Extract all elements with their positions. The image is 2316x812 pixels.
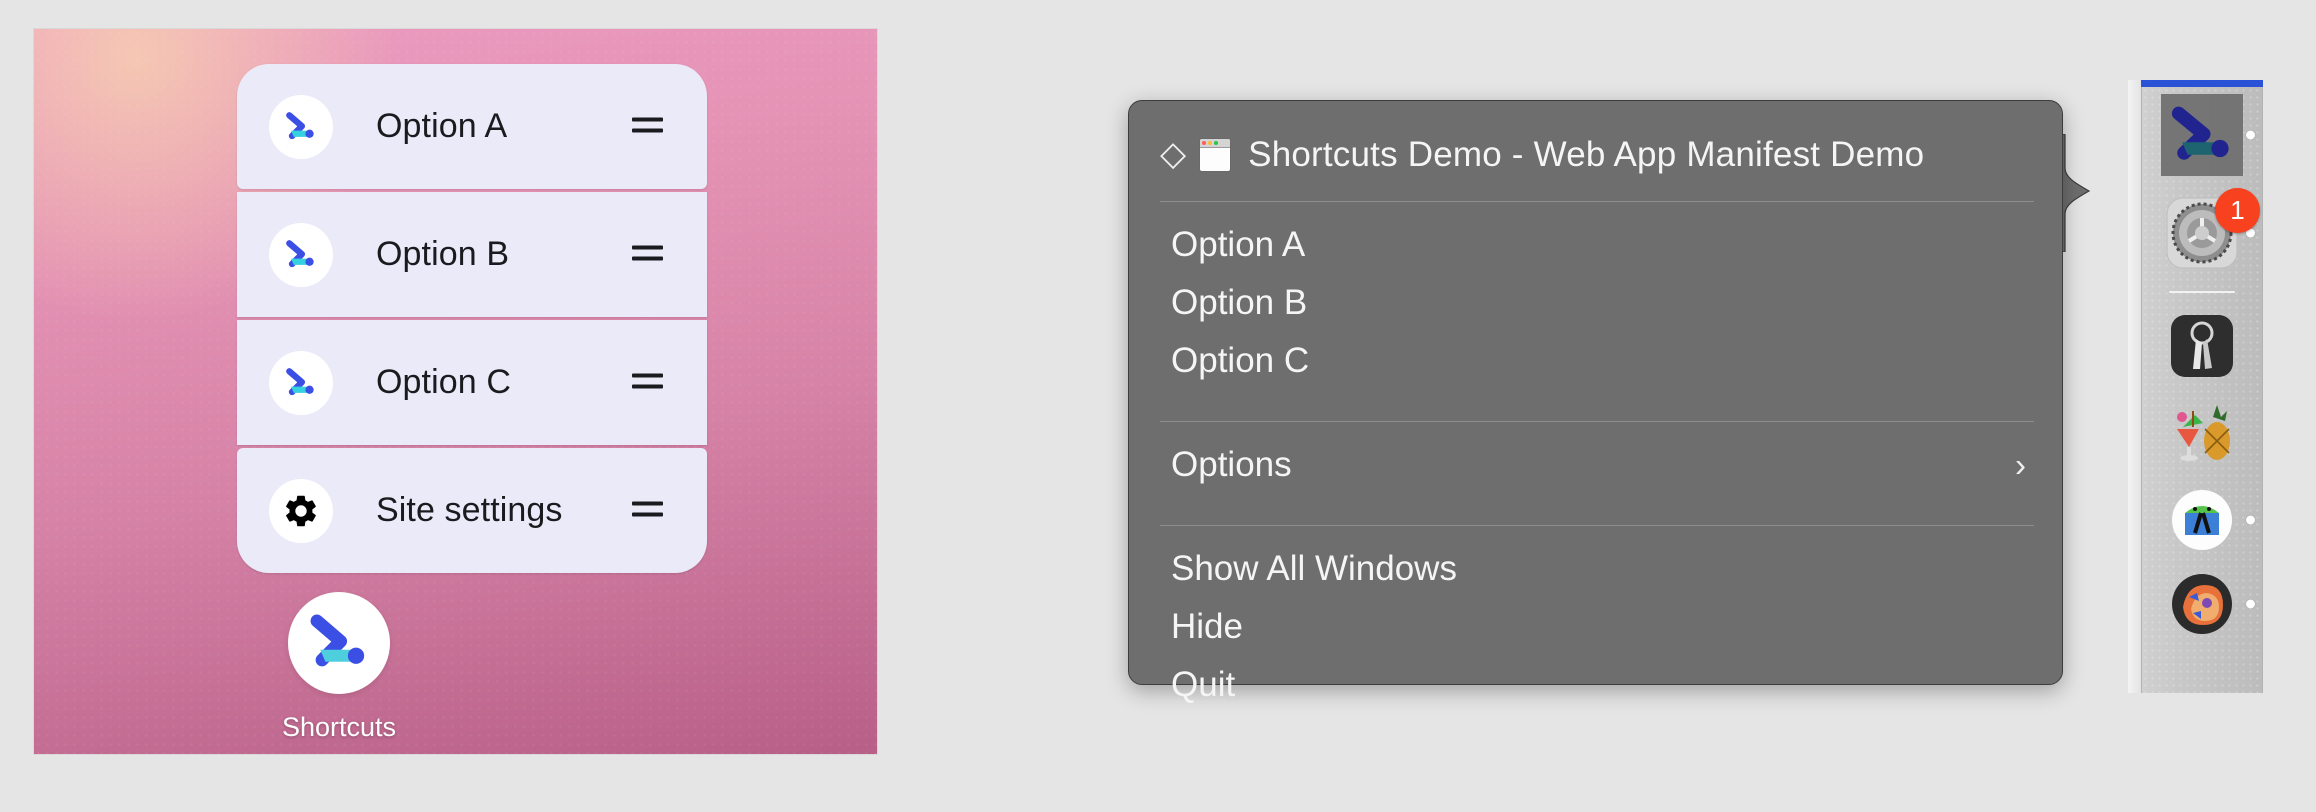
menu-item-quit[interactable]: Quit (1129, 656, 2062, 714)
android-home-screen-panel: Option A Option B (33, 28, 878, 755)
drag-handle-icon[interactable] (632, 245, 663, 264)
shortcut-row-site-settings[interactable]: Site settings (237, 448, 707, 573)
dock-separator (2169, 291, 2235, 293)
app-launcher-shortcuts[interactable]: Shortcuts (274, 592, 404, 743)
dock-selected-tile (2161, 94, 2243, 176)
dock-item-keychain-access[interactable] (2142, 302, 2262, 390)
dock-item-system-settings[interactable]: 1 (2142, 184, 2262, 282)
shortcuts-app-icon (269, 95, 333, 159)
dock-item-firefox-nightly[interactable] (2142, 562, 2262, 646)
menu-item-label: Option A (1171, 225, 1305, 265)
shortcuts-app-icon (288, 592, 390, 694)
shortcut-row-option-c[interactable]: Option C (237, 320, 707, 445)
drag-handle-icon[interactable] (632, 117, 663, 136)
firefox-nightly-icon (2171, 573, 2233, 635)
macos-dock: 1 (2141, 80, 2263, 693)
shortcuts-app-icon (269, 351, 333, 415)
dock-item-android-studio[interactable] (2142, 478, 2262, 562)
shortcut-label: Site settings (376, 491, 563, 530)
chevron-right-icon: › (2015, 449, 2026, 482)
menu-item-hide[interactable]: Hide (1129, 598, 2062, 656)
menu-header: ◇ Shortcuts Demo - Web App Manifest Demo (1129, 101, 2062, 183)
app-launcher-label: Shortcuts (282, 712, 396, 743)
menu-item-option-a[interactable]: Option A (1129, 216, 2062, 274)
menu-item-option-c[interactable]: Option C (1129, 332, 2062, 390)
dock-left-edge (2128, 80, 2142, 693)
menu-title: Shortcuts Demo - Web App Manifest Demo (1248, 135, 1924, 175)
shortcut-row-option-a[interactable]: Option A (237, 64, 707, 189)
shortcuts-app-icon (2166, 99, 2238, 171)
dock-top-accent (2141, 80, 2263, 87)
drag-handle-icon[interactable] (632, 501, 663, 520)
dock-badge-count: 1 (2215, 188, 2260, 233)
menu-group-submenu: Options › (1129, 422, 2062, 507)
shortcut-label: Option B (376, 235, 509, 274)
menu-item-label: Quit (1171, 665, 1235, 705)
diamond-icon: ◇ (1160, 137, 1186, 171)
shortcut-label: Option C (376, 363, 511, 402)
dock-context-menu: ◇ Shortcuts Demo - Web App Manifest Demo… (1128, 100, 2063, 685)
android-studio-icon (2171, 489, 2233, 551)
app-shortcuts-popup: Option A Option B (237, 64, 707, 573)
menu-group-options: Option A Option B Option C (1129, 202, 2062, 403)
menu-item-label: Show All Windows (1171, 549, 1457, 589)
menu-item-label: Option B (1171, 283, 1307, 323)
menu-item-options[interactable]: Options › (1129, 436, 2062, 494)
dock-running-indicator (2246, 131, 2255, 140)
menu-group-window-actions: Show All Windows Hide Quit (1129, 526, 2062, 727)
dock-running-indicator (2246, 516, 2255, 525)
drag-handle-icon[interactable] (632, 373, 663, 392)
screen-root: Option A Option B (0, 0, 2316, 812)
dock-running-indicator (2246, 600, 2255, 609)
menu-item-option-b[interactable]: Option B (1129, 274, 2062, 332)
menu-item-label: Hide (1171, 607, 1243, 647)
browser-window-icon (1199, 138, 1231, 172)
gear-icon (269, 479, 333, 543)
menu-item-label: Options (1171, 445, 1292, 485)
shortcut-label: Option A (376, 107, 507, 146)
keys-icon (2169, 313, 2235, 379)
menu-item-show-all-windows[interactable]: Show All Windows (1129, 540, 2062, 598)
dock-item-pineapple-app[interactable] (2142, 390, 2262, 478)
shortcut-row-option-b[interactable]: Option B (237, 192, 707, 317)
shortcuts-app-icon (269, 223, 333, 287)
pineapple-cocktail-icon (2169, 401, 2235, 467)
dock-item-shortcuts-demo[interactable] (2142, 86, 2262, 184)
menu-pointer-tail (2059, 134, 2101, 252)
menu-item-label: Option C (1171, 341, 1309, 381)
